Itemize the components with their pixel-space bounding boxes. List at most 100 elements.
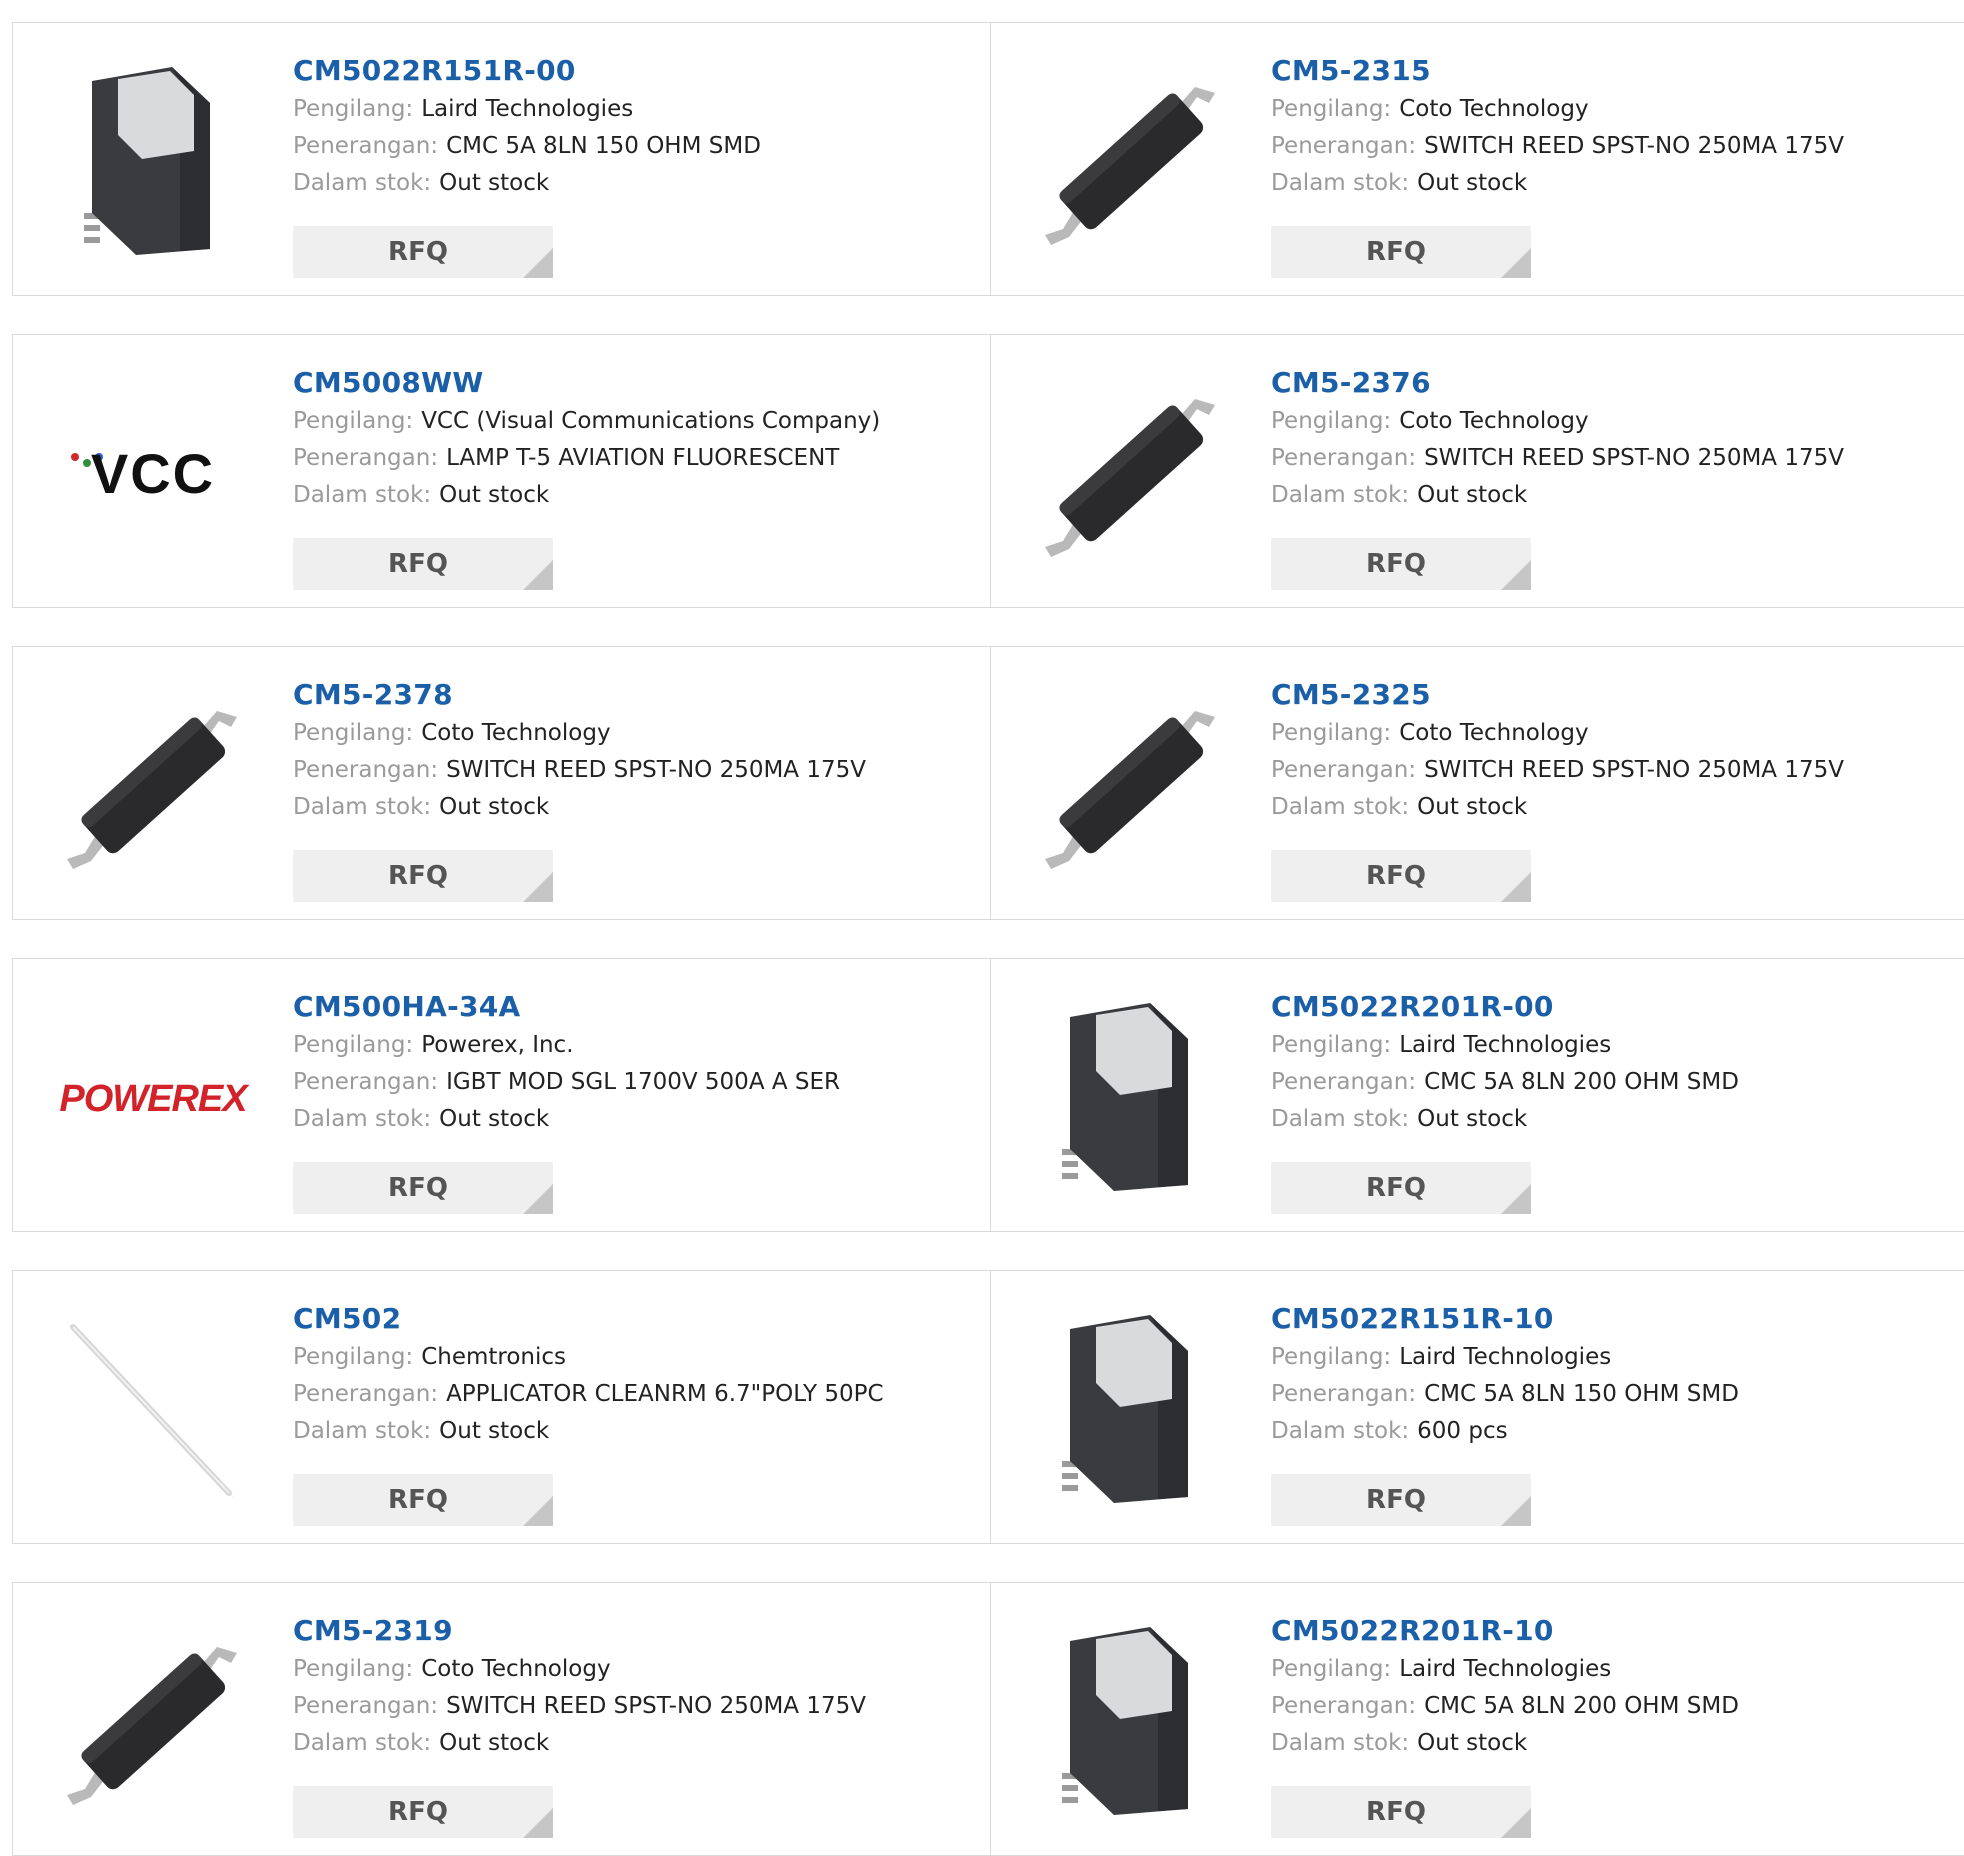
product-info: CM5008WW Pengilang: VCC (Visual Communica… [293,363,880,514]
product-image[interactable] [1031,999,1231,1195]
product-card: CM5022R201R-10 Pengilang: Laird Technolog… [991,1583,1964,1855]
stock-label: Dalam stok: [293,1730,432,1756]
manufacturer-value: VCC (Visual Communications Company) [421,408,881,434]
rfq-label: RFQ [1366,1173,1426,1203]
part-number-link[interactable]: CM5-2378 [293,675,866,715]
part-number-link[interactable]: CM5-2325 [1271,675,1844,715]
part-number-link[interactable]: CM5-2376 [1271,363,1844,403]
description-label: Penerangan: [1271,445,1417,471]
product-row: CM5022R151R-00 Pengilang: Laird Technolog… [12,22,1964,296]
rfq-button[interactable]: RFQ [293,226,553,278]
rfq-corner-decoration [1501,560,1531,590]
rfq-button[interactable]: RFQ [1271,538,1531,590]
manufacturer-line: Pengilang: Coto Technology [293,715,866,752]
product-info: CM5022R151R-10 Pengilang: Laird Technolog… [1271,1299,1739,1450]
stock-label: Dalam stok: [1271,1730,1410,1756]
rfq-corner-decoration [523,872,553,902]
stock-label: Dalam stok: [293,170,432,196]
stock-value: Out stock [439,482,550,508]
product-card: CM5022R151R-10 Pengilang: Laird Technolog… [991,1271,1964,1543]
rfq-corner-decoration [1501,872,1531,902]
description-value: SWITCH REED SPST-NO 250MA 175V [1424,133,1844,159]
product-row: CM5-2378 Pengilang: Coto Technology Pener… [12,646,1964,920]
cmc-inductor-icon [1062,1003,1188,1191]
description-line: Penerangan: APPLICATOR CLEANRM 6.7"POLY 5… [293,1376,884,1413]
rfq-corner-decoration [1501,248,1531,278]
product-image[interactable]: VCC [53,375,253,571]
manufacturer-value: Powerex, Inc. [421,1032,574,1058]
stock-line: Dalam stok: Out stock [293,165,761,202]
rfq-button[interactable]: RFQ [293,538,553,590]
product-image[interactable]: POWEREX [53,999,253,1195]
description-value: SWITCH REED SPST-NO 250MA 175V [446,1693,866,1719]
manufacturer-line: Pengilang: VCC (Visual Communications Com… [293,403,880,440]
description-label: Penerangan: [293,445,439,471]
cmc-inductor-icon [1062,1627,1188,1815]
description-line: Penerangan: SWITCH REED SPST-NO 250MA 175… [1271,752,1844,789]
product-card: CM502 Pengilang: Chemtronics Penerangan: A… [13,1271,990,1543]
product-image[interactable] [53,1311,253,1507]
product-image[interactable] [1031,1623,1231,1819]
description-line: Penerangan: SWITCH REED SPST-NO 250MA 175… [293,752,866,789]
stock-line: Dalam stok: Out stock [293,789,866,826]
part-number-link[interactable]: CM5008WW [293,363,880,403]
stock-value: Out stock [439,1418,550,1444]
stock-line: Dalam stok: Out stock [1271,1725,1739,1762]
manufacturer-value: Coto Technology [421,1656,611,1682]
part-number-link[interactable]: CM500HA-34A [293,987,840,1027]
rfq-button[interactable]: RFQ [1271,850,1531,902]
product-image[interactable] [1031,63,1231,259]
product-image[interactable] [1031,1311,1231,1507]
manufacturer-label: Pengilang: [293,1032,414,1058]
part-number-link[interactable]: CM5-2319 [293,1611,866,1651]
rfq-label: RFQ [388,1485,448,1515]
part-number-link[interactable]: CM5-2315 [1271,51,1844,91]
product-image[interactable] [1031,375,1231,571]
product-image[interactable] [53,63,253,259]
rfq-corner-decoration [523,560,553,590]
description-line: Penerangan: IGBT MOD SGL 1700V 500A A SER [293,1064,840,1101]
rfq-button[interactable]: RFQ [293,1162,553,1214]
product-card: CM5-2315 Pengilang: Coto Technology Pener… [991,23,1964,295]
manufacturer-line: Pengilang: Powerex, Inc. [293,1027,840,1064]
rfq-button[interactable]: RFQ [293,1474,553,1526]
product-card: VCC CM5008WW Pengilang: VCC (Visual Commu… [13,335,990,607]
part-number-link[interactable]: CM5022R151R-10 [1271,1299,1739,1339]
description-label: Penerangan: [1271,1693,1417,1719]
rfq-button[interactable]: RFQ [1271,1474,1531,1526]
stock-line: Dalam stok: 600 pcs [1271,1413,1739,1450]
rfq-label: RFQ [1366,237,1426,267]
reed-switch-icon [1045,399,1215,557]
stock-label: Dalam stok: [1271,1418,1410,1444]
stock-label: Dalam stok: [1271,794,1410,820]
rfq-button[interactable]: RFQ [1271,226,1531,278]
manufacturer-label: Pengilang: [1271,720,1392,746]
part-number-link[interactable]: CM5022R151R-00 [293,51,761,91]
description-label: Penerangan: [293,757,439,783]
cmc-inductor-icon [1062,1315,1188,1503]
stock-line: Dalam stok: Out stock [1271,477,1844,514]
product-info: CM5022R201R-00 Pengilang: Laird Technolog… [1271,987,1739,1138]
product-info: CM502 Pengilang: Chemtronics Penerangan: A… [293,1299,884,1450]
part-number-link[interactable]: CM502 [293,1299,884,1339]
rfq-button[interactable]: RFQ [1271,1162,1531,1214]
svg-text:VCC: VCC [91,442,215,505]
part-number-link[interactable]: CM5022R201R-10 [1271,1611,1739,1651]
product-row: CM502 Pengilang: Chemtronics Penerangan: A… [12,1270,1964,1544]
part-number-link[interactable]: CM5022R201R-00 [1271,987,1739,1027]
stock-value: Out stock [1417,1106,1528,1132]
stock-value: Out stock [1417,482,1528,508]
rfq-button[interactable]: RFQ [1271,1786,1531,1838]
description-line: Penerangan: SWITCH REED SPST-NO 250MA 175… [1271,128,1844,165]
description-label: Penerangan: [293,1381,439,1407]
rfq-button[interactable]: RFQ [293,850,553,902]
rfq-label: RFQ [388,1173,448,1203]
svg-text:POWEREX: POWEREX [59,1078,250,1120]
description-label: Penerangan: [293,1069,439,1095]
product-image[interactable] [53,1623,253,1819]
description-label: Penerangan: [293,1693,439,1719]
rfq-button[interactable]: RFQ [293,1786,553,1838]
product-image[interactable] [1031,687,1231,883]
stock-line: Dalam stok: Out stock [293,1101,840,1138]
product-image[interactable] [53,687,253,883]
